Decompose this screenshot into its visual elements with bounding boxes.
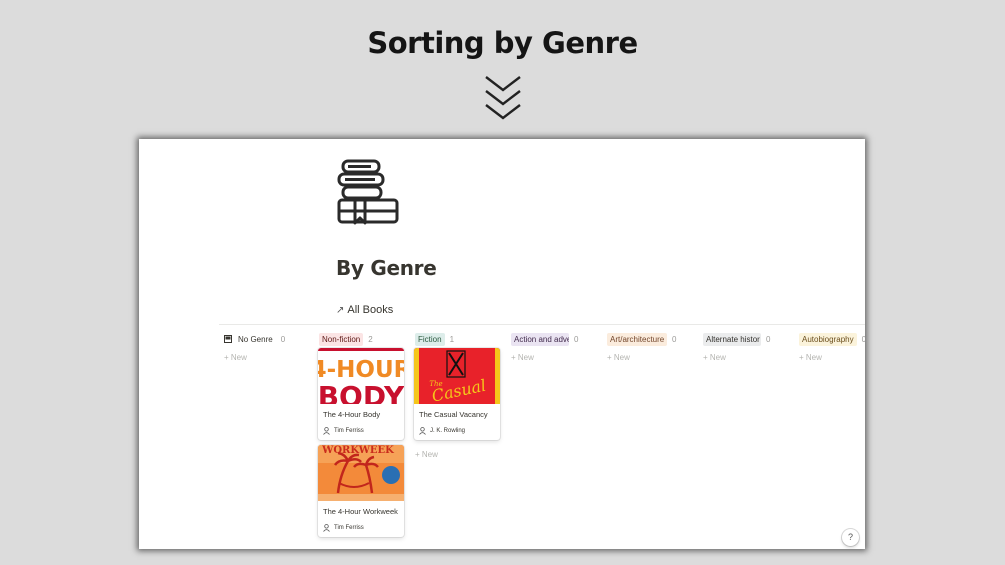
book-cover: 4-HOUR BODY	[318, 348, 404, 404]
card-author: Tim Ferriss	[318, 519, 404, 537]
add-new-button[interactable]: + New	[415, 449, 438, 461]
author-name: Tim Ferriss	[334, 428, 364, 434]
add-new-label: New	[421, 450, 438, 459]
add-new-button[interactable]: + New	[511, 352, 599, 364]
column-count: 0	[766, 334, 771, 344]
add-new-button[interactable]: + New	[607, 352, 695, 364]
column-header[interactable]: Autobiography 0	[799, 331, 865, 347]
column-header[interactable]: Non-fiction 2	[319, 331, 407, 347]
genre-tag: Fiction	[415, 332, 445, 346]
column-count: 0	[574, 334, 579, 344]
arrow-up-right-icon: ↗	[336, 304, 345, 316]
plus-icon: +	[511, 353, 518, 362]
plus-icon: +	[607, 353, 614, 362]
column-count: 1	[449, 334, 455, 344]
column-header[interactable]: Action and adve 0	[511, 331, 599, 347]
genre-tag: Art/architecture	[607, 332, 667, 346]
divider	[219, 324, 865, 325]
card-title: The Casual Vacancy	[419, 410, 488, 419]
double-chevron-down-icon	[485, 76, 521, 120]
book-cover: The Casual	[414, 348, 500, 404]
cover-text-2: BODY	[318, 380, 404, 404]
author-name: J. K. Rowling	[430, 428, 466, 434]
plus-icon: +	[703, 353, 710, 362]
column-count: 0	[280, 334, 286, 344]
column-header[interactable]: Fiction 1	[415, 331, 503, 347]
card-author: Tim Ferriss	[318, 422, 404, 440]
add-new-button[interactable]: + New	[703, 352, 791, 364]
person-icon	[419, 427, 426, 435]
add-new-label: New	[709, 353, 726, 362]
column-alternate-history: Alternate histor 0 + New	[703, 331, 791, 364]
plus-icon: +	[415, 450, 422, 459]
genre-tag: Action and adve	[511, 332, 569, 346]
column-count: 0	[861, 334, 865, 344]
column-art-architecture: Art/architecture 0 + New	[607, 331, 695, 364]
add-new-label: New	[805, 353, 822, 362]
column-count: 0	[672, 334, 677, 344]
add-new-label: New	[517, 353, 534, 362]
genre-tag: Non-fiction	[319, 332, 364, 346]
column-header[interactable]: Art/architecture 0	[607, 331, 695, 347]
genre-tag: Autobiography	[799, 332, 857, 346]
book-card[interactable]: WORKWEEK The 4-Hour Workweek Tim Ferriss	[318, 445, 404, 537]
book-stack-icon	[337, 159, 399, 225]
genre-tag: No Genre	[238, 334, 273, 344]
add-new-label: New	[613, 353, 630, 362]
board-view: No Genre 0 + New Non-fiction 2 Fiction 1…	[224, 331, 865, 549]
add-new-button[interactable]: + New	[224, 352, 312, 364]
column-non-fiction: Non-fiction 2	[319, 331, 407, 347]
column-autobiography: Autobiography 0 + New	[799, 331, 865, 364]
page-title: By Genre	[336, 256, 437, 280]
column-header[interactable]: Alternate histor 0	[703, 331, 791, 347]
plus-icon: +	[799, 353, 806, 362]
column-count: 2	[368, 334, 373, 344]
card-title: The 4-Hour Workweek	[323, 507, 398, 516]
books-icon	[224, 335, 232, 343]
help-button[interactable]: ?	[842, 529, 859, 546]
author-name: Tim Ferriss	[334, 525, 364, 531]
card-title: The 4-Hour Body	[323, 410, 381, 419]
column-action-adventure: Action and adve 0 + New	[511, 331, 599, 364]
question-mark-icon: ?	[847, 532, 853, 542]
genre-tag: Alternate histor	[703, 332, 761, 346]
card-author: J. K. Rowling	[414, 422, 500, 440]
person-icon	[323, 524, 330, 532]
column-header[interactable]: No Genre 0	[224, 331, 312, 347]
notion-window: By Genre ↗ All Books No Genre 0 + New No…	[139, 139, 865, 549]
page-heading: Sorting by Genre	[367, 26, 638, 60]
book-card[interactable]: The Casual The Casual Vacancy J. K. Rowl…	[414, 348, 500, 440]
plus-icon: +	[224, 353, 231, 362]
person-icon	[323, 427, 330, 435]
all-books-link-label: All Books	[347, 304, 394, 316]
book-cover: WORKWEEK	[318, 445, 404, 501]
all-books-link[interactable]: ↗ All Books	[336, 304, 393, 316]
add-new-label: New	[230, 353, 247, 362]
book-card[interactable]: 4-HOUR BODY The 4-Hour Body Tim Ferriss	[318, 348, 404, 440]
column-no-genre: No Genre 0 + New	[224, 331, 312, 364]
add-new-button[interactable]: + New	[799, 352, 865, 364]
column-fiction: Fiction 1	[415, 331, 503, 347]
